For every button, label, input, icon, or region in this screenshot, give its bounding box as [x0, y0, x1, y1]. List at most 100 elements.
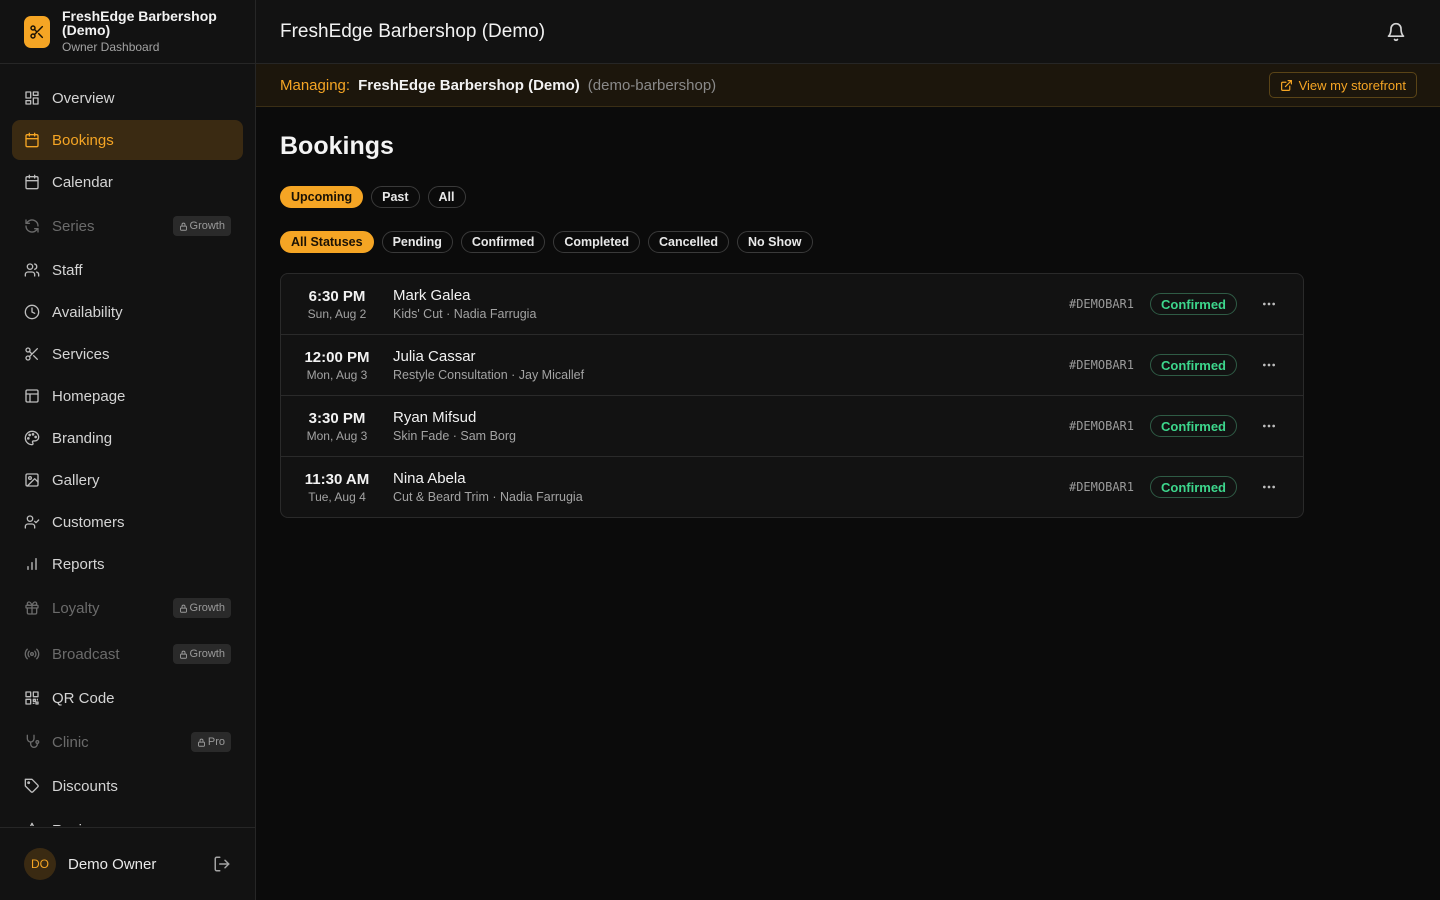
booking-info: Mark Galea Kids' Cut · Nadia Farrugia: [393, 287, 1069, 321]
sidebar-item-gallery[interactable]: Gallery: [12, 460, 243, 500]
plan-badge: Pro: [190, 732, 231, 752]
sidebar-item-label: Bookings: [52, 131, 114, 149]
filter-status-pending[interactable]: Pending: [381, 231, 453, 253]
user-bar: DO Demo Owner: [0, 827, 255, 900]
plan-badge-label: Pro: [207, 736, 225, 748]
more-horizontal-icon[interactable]: [1261, 418, 1277, 434]
booking-row[interactable]: 3:30 PM Mon, Aug 3 Ryan Mifsud Skin Fade · …: [281, 396, 1303, 457]
user-name: Demo Owner: [68, 855, 157, 873]
topbar-title: FreshEdge Barbershop (Demo): [280, 20, 546, 42]
plan-badge-label: Growth: [189, 602, 225, 614]
sidebar-item-discounts[interactable]: Discounts: [12, 766, 243, 806]
booking-time-block: 3:30 PM Mon, Aug 3: [281, 410, 393, 443]
sidebar-item-label: Clinic: [52, 733, 89, 751]
repeat-icon: [25, 219, 39, 233]
sidebar-item-loyalty[interactable]: Loyalty Growth: [12, 588, 243, 628]
filter-status-cancelled[interactable]: Cancelled: [647, 231, 730, 253]
sidebar-item-homepage[interactable]: Homepage: [12, 376, 243, 416]
filter-status-completed[interactable]: Completed: [553, 231, 640, 253]
filter-time-all[interactable]: All: [427, 186, 466, 208]
sidebar-item-availability[interactable]: Availability: [12, 292, 243, 332]
status-filter-group: All Statuses Pending Confirmed Completed Can…: [280, 231, 813, 253]
booking-time-block: 12:00 PM Mon, Aug 3: [281, 349, 393, 382]
topbar: FreshEdge Barbershop (Demo): [256, 0, 1440, 64]
booking-details: Skin Fade · Sam Borg: [393, 429, 516, 443]
booking-time: 12:00 PM: [304, 348, 370, 366]
booking-date: Mon, Aug 3: [306, 428, 368, 443]
sidebar-item-services[interactable]: Services: [12, 334, 243, 374]
status-badge: Confirmed: [1150, 354, 1237, 376]
logout-icon[interactable]: [213, 855, 231, 873]
bell-icon[interactable]: [1386, 22, 1406, 42]
booking-info: Nina Abela Cut & Beard Trim · Nadia Farru…: [393, 470, 1069, 504]
plan-badge: Growth: [172, 644, 231, 664]
sidebar-item-label: Staff: [52, 261, 83, 279]
avatar[interactable]: DO: [24, 848, 56, 880]
booking-time: 3:30 PM: [308, 409, 366, 427]
tag-icon: [24, 778, 39, 793]
brand-subtitle: Owner Dashboard: [62, 40, 160, 54]
filter-time-upcoming[interactable]: Upcoming: [280, 186, 364, 208]
grid-icon: [25, 91, 39, 105]
sidebar-item-reviews[interactable]: Reviews: [12, 810, 243, 826]
bookings-list: 6:30 PM Sun, Aug 2 Mark Galea Kids' Cut · N…: [280, 273, 1304, 518]
booking-row[interactable]: 12:00 PM Mon, Aug 3 Julia Cassar Restyle Co…: [281, 335, 1303, 396]
booking-date: Sun, Aug 2: [307, 306, 367, 321]
booking-ref: #DEMOBAR1: [1068, 297, 1134, 311]
more-horizontal-icon[interactable]: [1261, 357, 1277, 373]
filter-status-no-show[interactable]: No Show: [737, 231, 813, 253]
more-horizontal-icon[interactable]: [1261, 296, 1277, 312]
booking-time: 6:30 PM: [308, 287, 366, 305]
view-storefront-button[interactable]: View my storefront: [1268, 72, 1417, 98]
sidebar-item-label: Gallery: [52, 471, 100, 489]
layout-icon: [25, 389, 39, 403]
sidebar-item-bookings[interactable]: Bookings: [12, 120, 243, 160]
brand-header: FreshEdge Barbershop (Demo) Owner Dashbo…: [0, 0, 255, 64]
sidebar-item-customers[interactable]: Customers: [12, 502, 243, 542]
sidebar-item-label: Reports: [52, 555, 105, 573]
sidebar-item-staff[interactable]: Staff: [12, 250, 243, 290]
filter-time-past[interactable]: Past: [371, 186, 420, 208]
plan-badge: Growth: [172, 598, 231, 618]
sidebar-item-overview[interactable]: Overview: [12, 78, 243, 118]
sidebar-item-qr-code[interactable]: QR Code: [12, 678, 243, 718]
sidebar-item-broadcast[interactable]: Broadcast Growth: [12, 634, 243, 674]
booking-time-block: 6:30 PM Sun, Aug 2: [281, 288, 393, 321]
palette-icon: [24, 430, 40, 446]
brand-name: FreshEdge Barbershop (Demo): [62, 8, 217, 38]
sidebar-item-label: Availability: [52, 303, 123, 321]
scissors-icon: [25, 347, 38, 361]
external-link-icon: [1280, 79, 1292, 91]
booking-date: Tue, Aug 4: [308, 489, 366, 504]
booking-customer: Ryan Mifsud: [393, 409, 477, 426]
sidebar-item-label: Calendar: [52, 173, 113, 191]
sidebar-item-label: Broadcast: [52, 645, 120, 663]
calendar-icon: [25, 174, 39, 190]
qr-icon: [25, 691, 39, 705]
booking-details: Cut & Beard Trim · Nadia Farrugia: [393, 490, 583, 504]
managing-label: Managing:: [280, 76, 351, 94]
clock-icon: [24, 304, 40, 320]
more-horizontal-icon[interactable]: [1261, 479, 1277, 495]
broadcast-icon: [24, 648, 40, 660]
lock-icon: [197, 738, 205, 747]
booking-details: Restyle Consultation · Jay Micallef: [393, 368, 585, 382]
sidebar-item-label: Discounts: [52, 777, 118, 795]
booking-row[interactable]: 6:30 PM Sun, Aug 2 Mark Galea Kids' Cut · N…: [281, 274, 1303, 335]
booking-row[interactable]: 11:30 AM Tue, Aug 4 Nina Abela Cut & Beard …: [281, 457, 1303, 517]
sidebar-item-clinic[interactable]: Clinic Pro: [12, 722, 243, 762]
sidebar-item-series[interactable]: Series Growth: [12, 206, 243, 246]
sidebar-nav: Overview Bookings Calendar Series Growth Staf…: [12, 78, 243, 826]
sidebar-item-reports[interactable]: Reports: [12, 544, 243, 584]
filter-status-confirmed[interactable]: Confirmed: [460, 231, 546, 253]
booking-ref: #DEMOBAR1: [1068, 419, 1134, 433]
managing-shop-name: FreshEdge Barbershop (Demo): [358, 76, 580, 94]
sidebar-item-branding[interactable]: Branding: [12, 418, 243, 458]
managing-banner: Managing: FreshEdge Barbershop (Demo) (d…: [256, 64, 1440, 107]
sidebar-item-calendar[interactable]: Calendar: [12, 162, 243, 202]
booking-details: Kids' Cut · Nadia Farrugia: [393, 307, 537, 321]
booking-customer: Mark Galea: [393, 287, 471, 304]
image-icon: [25, 473, 39, 487]
plan-badge-label: Growth: [189, 648, 225, 660]
filter-status-all-statuses[interactable]: All Statuses: [280, 231, 374, 253]
